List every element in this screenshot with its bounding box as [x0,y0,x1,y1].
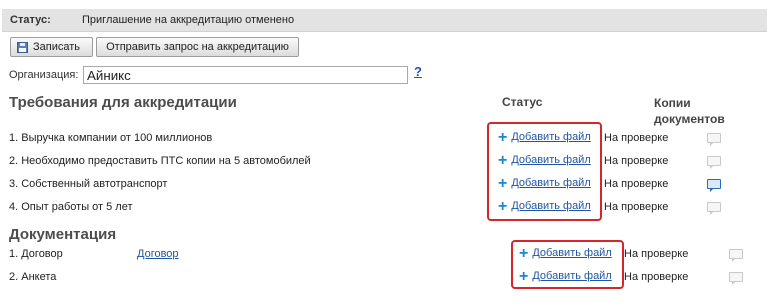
copies-column-header: Копии документов [654,95,725,127]
highlight-box-requirements [487,122,602,221]
floppy-disk-icon [17,41,28,53]
copies-header-line2: документов [654,112,725,126]
requirement-row-label: 1. Выручка компании от 100 миллионов [9,132,213,144]
send-accreditation-request-button[interactable]: Отправить запрос на аккредитацию [96,37,299,57]
save-button-label: Записать [33,41,81,53]
comment-icon[interactable] [707,202,721,215]
contract-link[interactable]: Договор [137,248,179,260]
comment-icon[interactable] [707,156,721,169]
save-button[interactable]: Записать [10,37,93,57]
document-row-label: 2. Анкета [9,271,57,283]
status-column-header: Статус [502,95,543,109]
requirement-status: На проверке [604,178,669,190]
comment-icon[interactable] [729,272,743,285]
comment-icon-active[interactable] [707,179,721,192]
requirement-status: На проверке [604,155,669,167]
requirement-status: На проверке [604,132,669,144]
copies-header-line1: Копии [654,96,691,110]
status-label: Статус: [10,14,51,26]
requirement-row-label: 2. Необходимо предоставить ПТС копии на … [9,155,311,167]
help-link[interactable]: ? [414,64,422,79]
document-status: На проверке [624,248,689,260]
requirement-row-label: 3. Собственный автотранспорт [9,178,168,190]
organization-label: Организация: [9,69,79,81]
requirement-row-label: 4. Опыт работы от 5 лет [9,201,133,213]
comment-icon[interactable] [729,249,743,262]
requirements-title: Требования для аккредитации [9,94,237,111]
organization-field[interactable] [83,66,408,84]
document-status: На проверке [624,271,689,283]
highlight-box-documentation [511,240,624,289]
comment-icon[interactable] [707,133,721,146]
requirement-status: На проверке [604,201,669,213]
status-text: Приглашение на аккредитацию отменено [82,14,295,26]
documentation-title: Документация [9,226,117,243]
send-request-label: Отправить запрос на аккредитацию [106,41,289,53]
document-row-label: 1. Договор [9,248,63,260]
